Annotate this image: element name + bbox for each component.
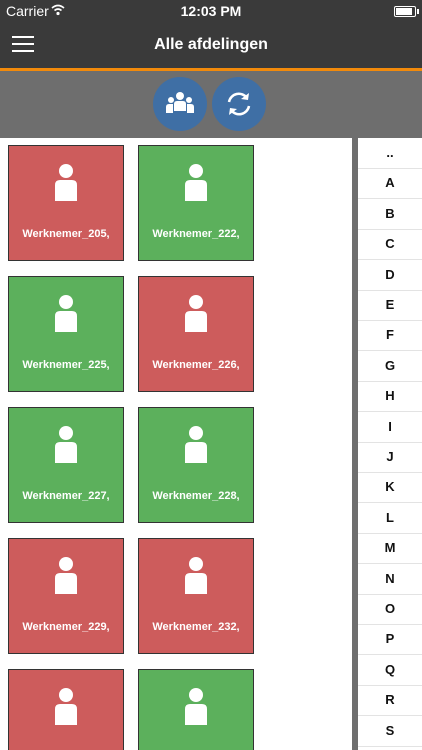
index-item[interactable]: O [358,594,422,625]
alphabet-index: .. A B C D E F G H I J K L M N O P Q R S [358,138,422,750]
index-item[interactable]: .. [358,138,422,169]
employee-name: Werknemer_226, [152,359,240,371]
person-icon [180,556,212,596]
index-item[interactable]: M [358,533,422,565]
employee-tile[interactable]: Werknemer_228, [138,407,254,523]
employee-name: Werknemer_227, [22,490,110,502]
employee-name: Werknemer_228, [152,490,240,502]
index-item[interactable]: K [358,472,422,504]
index-item[interactable]: Q [358,655,422,686]
person-icon [180,687,212,727]
employee-grid: Werknemer_205, Werknemer_222, Werknemer_22… [0,138,352,750]
index-item[interactable]: N [358,564,422,595]
employee-tile[interactable]: Werknemer_222, [138,145,254,261]
person-icon [50,556,82,596]
index-item[interactable]: P [358,624,422,656]
index-item[interactable]: F [358,320,422,352]
employee-name: Werknemer_222, [152,228,240,240]
index-item[interactable]: L [358,503,422,534]
battery-fill [396,8,413,15]
index-item[interactable]: I [358,412,422,443]
employee-tile[interactable]: Werknemer_229, [8,538,124,654]
person-icon [50,294,82,334]
employee-tile[interactable] [138,669,254,750]
refresh-icon [227,92,251,116]
employee-tile[interactable]: Werknemer_205, [8,145,124,261]
employee-name: Werknemer_205, [22,228,110,240]
person-icon [180,163,212,203]
employee-tile[interactable]: Werknemer_225, [8,276,124,392]
person-icon [50,687,82,727]
nav-bar: Alle afdelingen [0,24,422,68]
employee-name: Werknemer_229, [22,621,110,633]
index-item[interactable]: A [358,168,422,200]
index-item[interactable]: G [358,351,422,382]
employee-tile[interactable]: Werknemer_232, [138,538,254,654]
index-item[interactable]: B [358,199,422,230]
person-icon [180,425,212,465]
person-icon [50,425,82,465]
employee-tile[interactable]: Werknemer_227, [8,407,124,523]
toolbar [0,71,422,138]
employee-name: Werknemer_225, [22,359,110,371]
employee-name: Werknemer_232, [152,621,240,633]
status-bar: Carrier 12:03 PM [0,0,422,24]
index-item[interactable]: C [358,229,422,261]
employee-tile[interactable] [8,669,124,750]
index-item[interactable]: J [358,442,422,473]
group-icon [166,92,194,113]
index-item[interactable]: R [358,685,422,717]
index-item[interactable]: S [358,716,422,747]
group-button[interactable] [153,77,207,131]
clock: 12:03 PM [180,3,242,19]
battery-icon [394,6,419,17]
index-item[interactable]: E [358,290,422,321]
employee-tile[interactable]: Werknemer_226, [138,276,254,392]
person-icon [180,294,212,334]
person-icon [50,163,82,203]
index-item[interactable]: H [358,381,422,413]
page-title: Alle afdelingen [154,36,268,53]
index-item[interactable]: D [358,260,422,291]
refresh-button[interactable] [212,77,266,131]
